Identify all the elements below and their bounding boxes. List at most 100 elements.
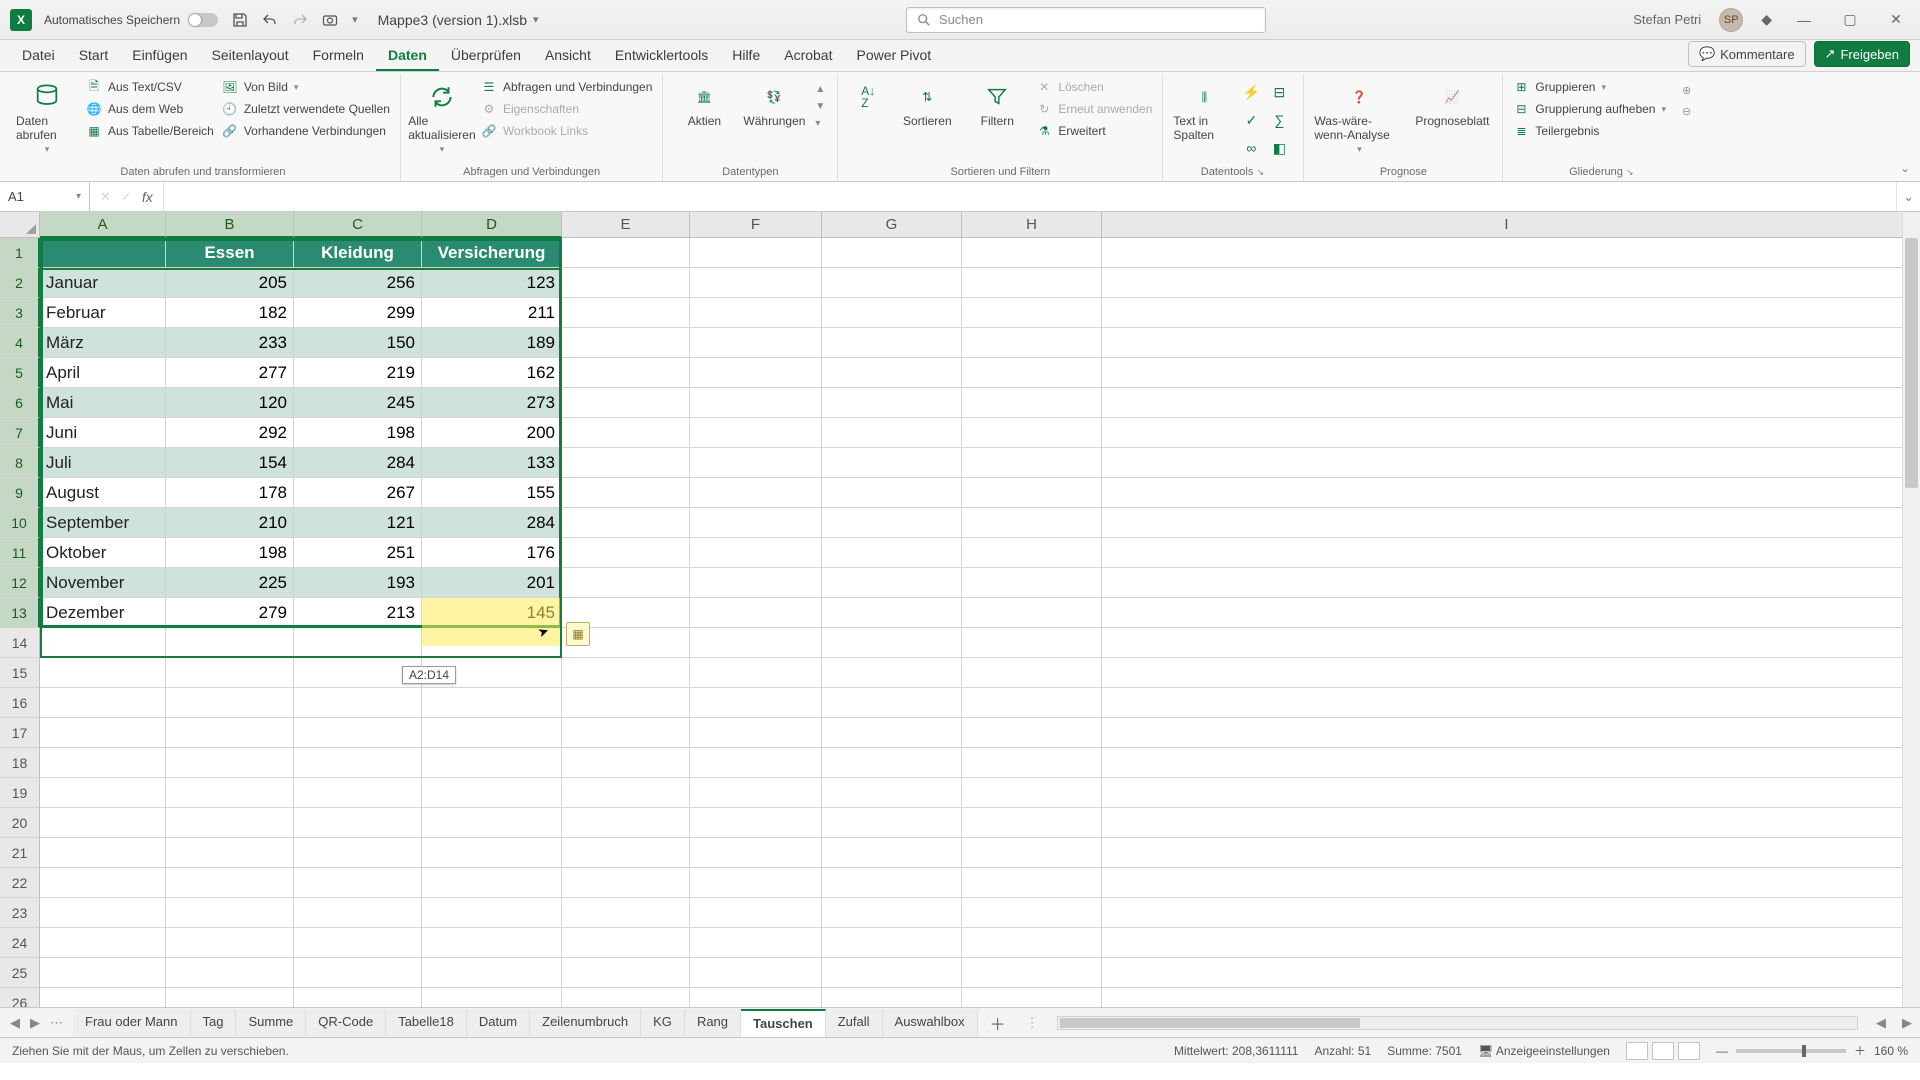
cell[interactable] — [562, 928, 690, 958]
cell[interactable]: 211 — [422, 298, 562, 328]
cell[interactable] — [962, 868, 1102, 898]
cell[interactable] — [562, 238, 690, 268]
cell[interactable]: 273 — [422, 388, 562, 418]
cell[interactable] — [1102, 568, 1912, 598]
cell[interactable] — [562, 748, 690, 778]
row-header-7[interactable]: 7 — [0, 418, 40, 448]
cell[interactable]: 284 — [422, 508, 562, 538]
forecast-sheet-button[interactable]: 📈Prognoseblatt — [1412, 78, 1492, 128]
cell[interactable]: Essen — [166, 238, 294, 268]
menu-tab-daten[interactable]: Daten — [376, 41, 439, 71]
cell[interactable] — [962, 898, 1102, 928]
cell[interactable] — [962, 808, 1102, 838]
cell[interactable] — [422, 748, 562, 778]
cell[interactable] — [40, 898, 166, 928]
collapse-ribbon-icon[interactable]: ⌄ — [1900, 161, 1910, 175]
col-header-F[interactable]: F — [690, 212, 822, 238]
cell[interactable] — [166, 838, 294, 868]
chevron-down-icon[interactable]: ▾ — [76, 191, 81, 202]
prev-sheet-icon[interactable]: ◀ — [10, 1015, 20, 1031]
sheet-list-icon[interactable]: ⋯ — [50, 1015, 63, 1031]
cell[interactable]: Januar — [40, 268, 166, 298]
cell[interactable] — [962, 958, 1102, 988]
row-header-14[interactable]: 14 — [0, 628, 40, 658]
col-header-G[interactable]: G — [822, 212, 962, 238]
row-header-2[interactable]: 2 — [0, 268, 40, 298]
cell[interactable] — [166, 808, 294, 838]
cell[interactable] — [690, 508, 822, 538]
group-button[interactable]: ⊞Gruppieren ▾ — [1513, 78, 1666, 96]
scrollbar-thumb[interactable] — [1060, 1018, 1360, 1028]
row-header-9[interactable]: 9 — [0, 478, 40, 508]
cell[interactable] — [1102, 448, 1912, 478]
cell[interactable] — [1102, 688, 1912, 718]
sheet-tab-tauschen[interactable]: Tauschen — [741, 1009, 826, 1037]
cell[interactable] — [40, 658, 166, 688]
row-header-19[interactable]: 19 — [0, 778, 40, 808]
existing-connections[interactable]: 🔗Vorhandene Verbindungen — [222, 122, 390, 140]
row-header-25[interactable]: 25 — [0, 958, 40, 988]
sheet-tab-rang[interactable]: Rang — [685, 1009, 741, 1037]
cell[interactable] — [562, 718, 690, 748]
cell[interactable] — [422, 838, 562, 868]
cell[interactable]: 277 — [166, 358, 294, 388]
cell[interactable] — [40, 958, 166, 988]
cell[interactable]: 233 — [166, 328, 294, 358]
col-header-D[interactable]: D — [422, 212, 562, 238]
cell[interactable] — [562, 508, 690, 538]
scrollbar-thumb[interactable] — [1905, 238, 1918, 488]
cell[interactable] — [822, 448, 962, 478]
consolidate-icon[interactable]: ∑ — [1271, 112, 1287, 128]
cell[interactable] — [562, 268, 690, 298]
cell[interactable] — [690, 238, 822, 268]
cell[interactable] — [962, 778, 1102, 808]
hide-detail-icon[interactable]: ⊖ — [1682, 105, 1691, 118]
cell[interactable] — [562, 838, 690, 868]
spreadsheet-grid[interactable]: ABCDEFGHI 123456789101112131415161718192… — [0, 212, 1920, 1007]
cell[interactable] — [822, 358, 962, 388]
cell[interactable] — [422, 868, 562, 898]
cell[interactable] — [962, 988, 1102, 1007]
cell[interactable] — [962, 688, 1102, 718]
refresh-all-button[interactable]: Alle aktualisieren ▾ — [411, 78, 473, 155]
cell[interactable] — [1102, 988, 1912, 1007]
cell[interactable] — [422, 688, 562, 718]
cell[interactable] — [166, 928, 294, 958]
sheet-tab-tag[interactable]: Tag — [191, 1009, 237, 1037]
cell[interactable] — [1102, 598, 1912, 628]
sheet-tab-frau-oder-mann[interactable]: Frau oder Mann — [73, 1009, 191, 1037]
cell[interactable] — [962, 328, 1102, 358]
cell[interactable] — [294, 958, 422, 988]
cell[interactable]: Kleidung — [294, 238, 422, 268]
cell[interactable]: 267 — [294, 478, 422, 508]
cell[interactable] — [422, 808, 562, 838]
cell[interactable]: April — [40, 358, 166, 388]
data-valid-icon[interactable]: ✓ — [1243, 112, 1259, 128]
cell[interactable] — [562, 958, 690, 988]
menu-tab-start[interactable]: Start — [67, 41, 121, 71]
add-sheet-button[interactable]: ＋ — [978, 1011, 1018, 1035]
subtotal-button[interactable]: ≣Teilergebnis — [1513, 122, 1666, 140]
row-header-24[interactable]: 24 — [0, 928, 40, 958]
cell[interactable]: 150 — [294, 328, 422, 358]
cell[interactable] — [166, 688, 294, 718]
cell[interactable] — [1102, 298, 1912, 328]
cell[interactable] — [822, 388, 962, 418]
row-header-12[interactable]: 12 — [0, 568, 40, 598]
col-header-A[interactable]: A — [40, 212, 166, 238]
cell[interactable] — [1102, 388, 1912, 418]
cell[interactable] — [562, 538, 690, 568]
cell[interactable]: Juni — [40, 418, 166, 448]
cell[interactable]: 193 — [294, 568, 422, 598]
cell[interactable] — [690, 808, 822, 838]
col-header-E[interactable]: E — [562, 212, 690, 238]
cell[interactable] — [294, 868, 422, 898]
cell[interactable] — [166, 658, 294, 688]
cell[interactable]: 251 — [294, 538, 422, 568]
cell[interactable] — [1102, 958, 1912, 988]
cell[interactable] — [690, 988, 822, 1007]
cell[interactable] — [422, 958, 562, 988]
flash-fill-icon[interactable]: ⚡ — [1243, 84, 1259, 100]
cell[interactable] — [166, 778, 294, 808]
menu-tab-seitenlayout[interactable]: Seitenlayout — [200, 41, 301, 71]
